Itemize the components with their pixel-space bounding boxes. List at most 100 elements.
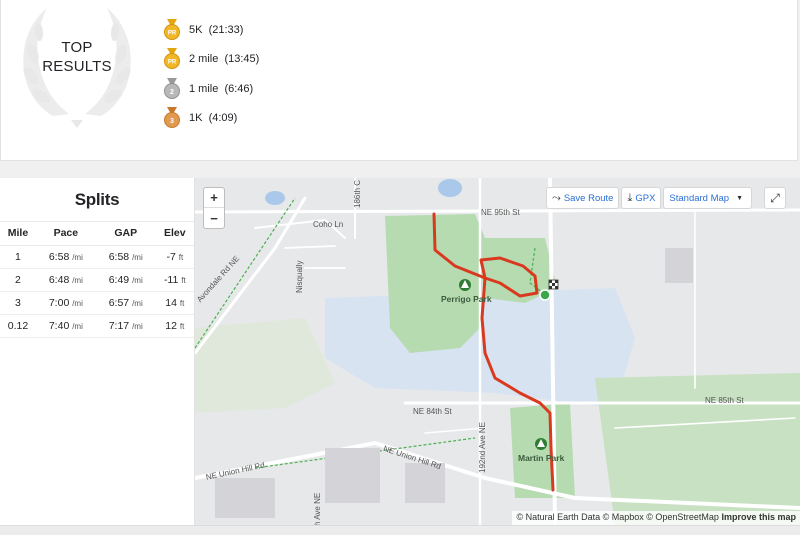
park-label-perrigo: Perrigo Park — [441, 294, 492, 304]
map-style-label: Standard Map — [669, 192, 730, 204]
save-route-label: Save Route — [563, 192, 614, 204]
split-gap: 6:58 /mi — [95, 245, 156, 269]
map-toolbar: ⤳ Save Route ⤓ GPX Standard Map ▼ — [546, 187, 753, 209]
street-label-ne-95th: NE 95th St — [481, 208, 520, 217]
svg-text:PR: PR — [168, 60, 177, 66]
splits-title: Splits — [0, 178, 194, 222]
map-style-dropdown[interactable]: Standard Map ▼ — [663, 187, 753, 209]
start-marker-icon[interactable] — [539, 289, 551, 301]
zoom-out-button[interactable]: − — [204, 208, 224, 228]
top-results-card: TOP RESULTS PR 5K (21:33) PR 2 mile (13:… — [0, 0, 798, 161]
split-pace: 7:00 /mi — [35, 291, 96, 315]
street-label-186th: 186th C — [353, 179, 362, 208]
split-pace: 6:58 /mi — [35, 245, 96, 269]
svg-text:2: 2 — [170, 89, 174, 96]
result-time: (6:46) — [224, 82, 254, 95]
splits-panel: Splits Mile Pace GAP Elev 1 6:58 /mi 6:5… — [0, 178, 195, 535]
result-label: 5K — [189, 23, 203, 36]
split-gap: 6:49 /mi — [95, 268, 156, 292]
gpx-download-button[interactable]: ⤓ GPX — [621, 187, 662, 209]
zoom-control: + − — [203, 187, 225, 229]
attribution-text: © Natural Earth Data © Mapbox © OpenStre… — [516, 512, 719, 522]
gap-value: 6:49 — [108, 273, 130, 286]
gap-value: 7:17 — [108, 319, 130, 332]
result-item-1k[interactable]: 3 1K (4:09) — [163, 104, 259, 134]
elev-value: -11 — [163, 273, 179, 286]
top-results-title: TOP RESULTS — [37, 38, 117, 76]
caret-down-icon: ▼ — [736, 194, 744, 202]
finish-flag-icon[interactable] — [548, 279, 559, 290]
pr-medal-icon: PR — [164, 18, 180, 40]
pace-unit: /mi — [72, 275, 83, 285]
fullscreen-button[interactable]: ⤢ — [764, 187, 786, 209]
map-canvas[interactable] — [195, 178, 800, 525]
table-row: 3 7:00 /mi 6:57 /mi 14 ft — [0, 291, 194, 315]
gap-value: 6:58 — [108, 250, 130, 263]
split-elev: -11 ft — [155, 268, 194, 292]
elev-unit: ft — [178, 252, 184, 262]
col-header-elev: Elev — [155, 222, 194, 246]
elev-value: 14 — [165, 296, 177, 309]
table-row: 2 6:48 /mi 6:49 /mi -11 ft — [0, 268, 194, 292]
perrigo-park-marker-icon — [459, 279, 471, 291]
gap-unit: /mi — [132, 298, 143, 308]
split-pace: 6:48 /mi — [35, 268, 96, 292]
bronze-medal-icon: 3 — [164, 107, 180, 129]
bottom-scroll-edge — [0, 525, 800, 535]
pace-value: 7:00 — [48, 296, 70, 309]
elev-unit: ft — [181, 275, 186, 285]
result-item-1-mile[interactable]: 2 1 mile (6:46) — [163, 74, 259, 104]
elev-unit: ft — [179, 298, 185, 308]
results-list: PR 5K (21:33) PR 2 mile (13:45) 2 1 mile… — [163, 15, 259, 133]
result-time: (13:45) — [224, 53, 260, 66]
result-item-5k[interactable]: PR 5K (21:33) — [163, 15, 259, 45]
zoom-in-button[interactable]: + — [204, 188, 224, 208]
gap-unit: /mi — [132, 321, 143, 331]
split-gap: 6:57 /mi — [95, 291, 156, 315]
elev-value: 12 — [165, 319, 177, 332]
result-label: 1 mile — [189, 82, 219, 95]
elev-value: -7 — [166, 250, 176, 263]
split-pace: 7:40 /mi — [35, 314, 96, 338]
result-label: 1K — [189, 112, 203, 125]
street-label-coho: Coho Ln — [313, 220, 344, 229]
pace-value: 6:58 — [48, 250, 70, 263]
split-elev: 12 ft — [155, 314, 194, 338]
col-header-gap: GAP — [95, 222, 156, 246]
pr-medal-icon: PR — [164, 48, 180, 70]
pace-value: 7:40 — [48, 319, 70, 332]
splits-header-row: Mile Pace GAP Elev — [0, 222, 194, 246]
map-attribution: © Natural Earth Data © Mapbox © OpenStre… — [512, 511, 800, 525]
elev-unit: ft — [179, 321, 185, 331]
result-time: (4:09) — [208, 112, 238, 125]
result-item-2-mile[interactable]: PR 2 mile (13:45) — [163, 45, 259, 75]
silver-medal-icon: 2 — [164, 77, 180, 99]
gap-value: 6:57 — [108, 296, 130, 309]
col-header-pace: Pace — [35, 222, 96, 246]
split-mile: 3 — [0, 291, 36, 315]
street-label-ne-84th: NE 84th St — [413, 407, 452, 416]
pace-value: 6:48 — [48, 273, 70, 286]
result-label: 2 mile — [189, 53, 219, 66]
top-results-title-line2: RESULTS — [42, 58, 112, 75]
split-elev: -7 ft — [155, 245, 194, 269]
street-label-nisqually: Nisqually — [295, 260, 304, 293]
split-mile: 2 — [0, 268, 36, 292]
splits-table: Mile Pace GAP Elev 1 6:58 /mi 6:58 /mi -… — [0, 222, 194, 338]
expand-icon: ⤢ — [770, 190, 780, 205]
result-time: (21:33) — [208, 23, 244, 36]
martin-park-marker-icon — [535, 438, 547, 450]
route-icon: ⤳ — [552, 191, 561, 204]
col-header-mile: Mile — [0, 222, 36, 246]
svg-text:3: 3 — [170, 118, 174, 125]
improve-map-link[interactable]: Improve this map — [721, 512, 796, 522]
split-mile: 0.12 — [0, 314, 36, 338]
street-label-bottom: h Ave NE — [313, 492, 322, 525]
street-label-ne-85th: NE 85th St — [705, 396, 744, 405]
save-route-button[interactable]: ⤳ Save Route — [546, 187, 620, 209]
gpx-label: GPX — [635, 192, 656, 204]
park-label-martin: Martin Park — [518, 453, 565, 463]
route-map[interactable]: NE 95th St NE 85th St NE 84th St Coho Ln… — [195, 178, 800, 525]
split-elev: 14 ft — [155, 291, 194, 315]
top-results-title-line1: TOP — [61, 39, 93, 56]
